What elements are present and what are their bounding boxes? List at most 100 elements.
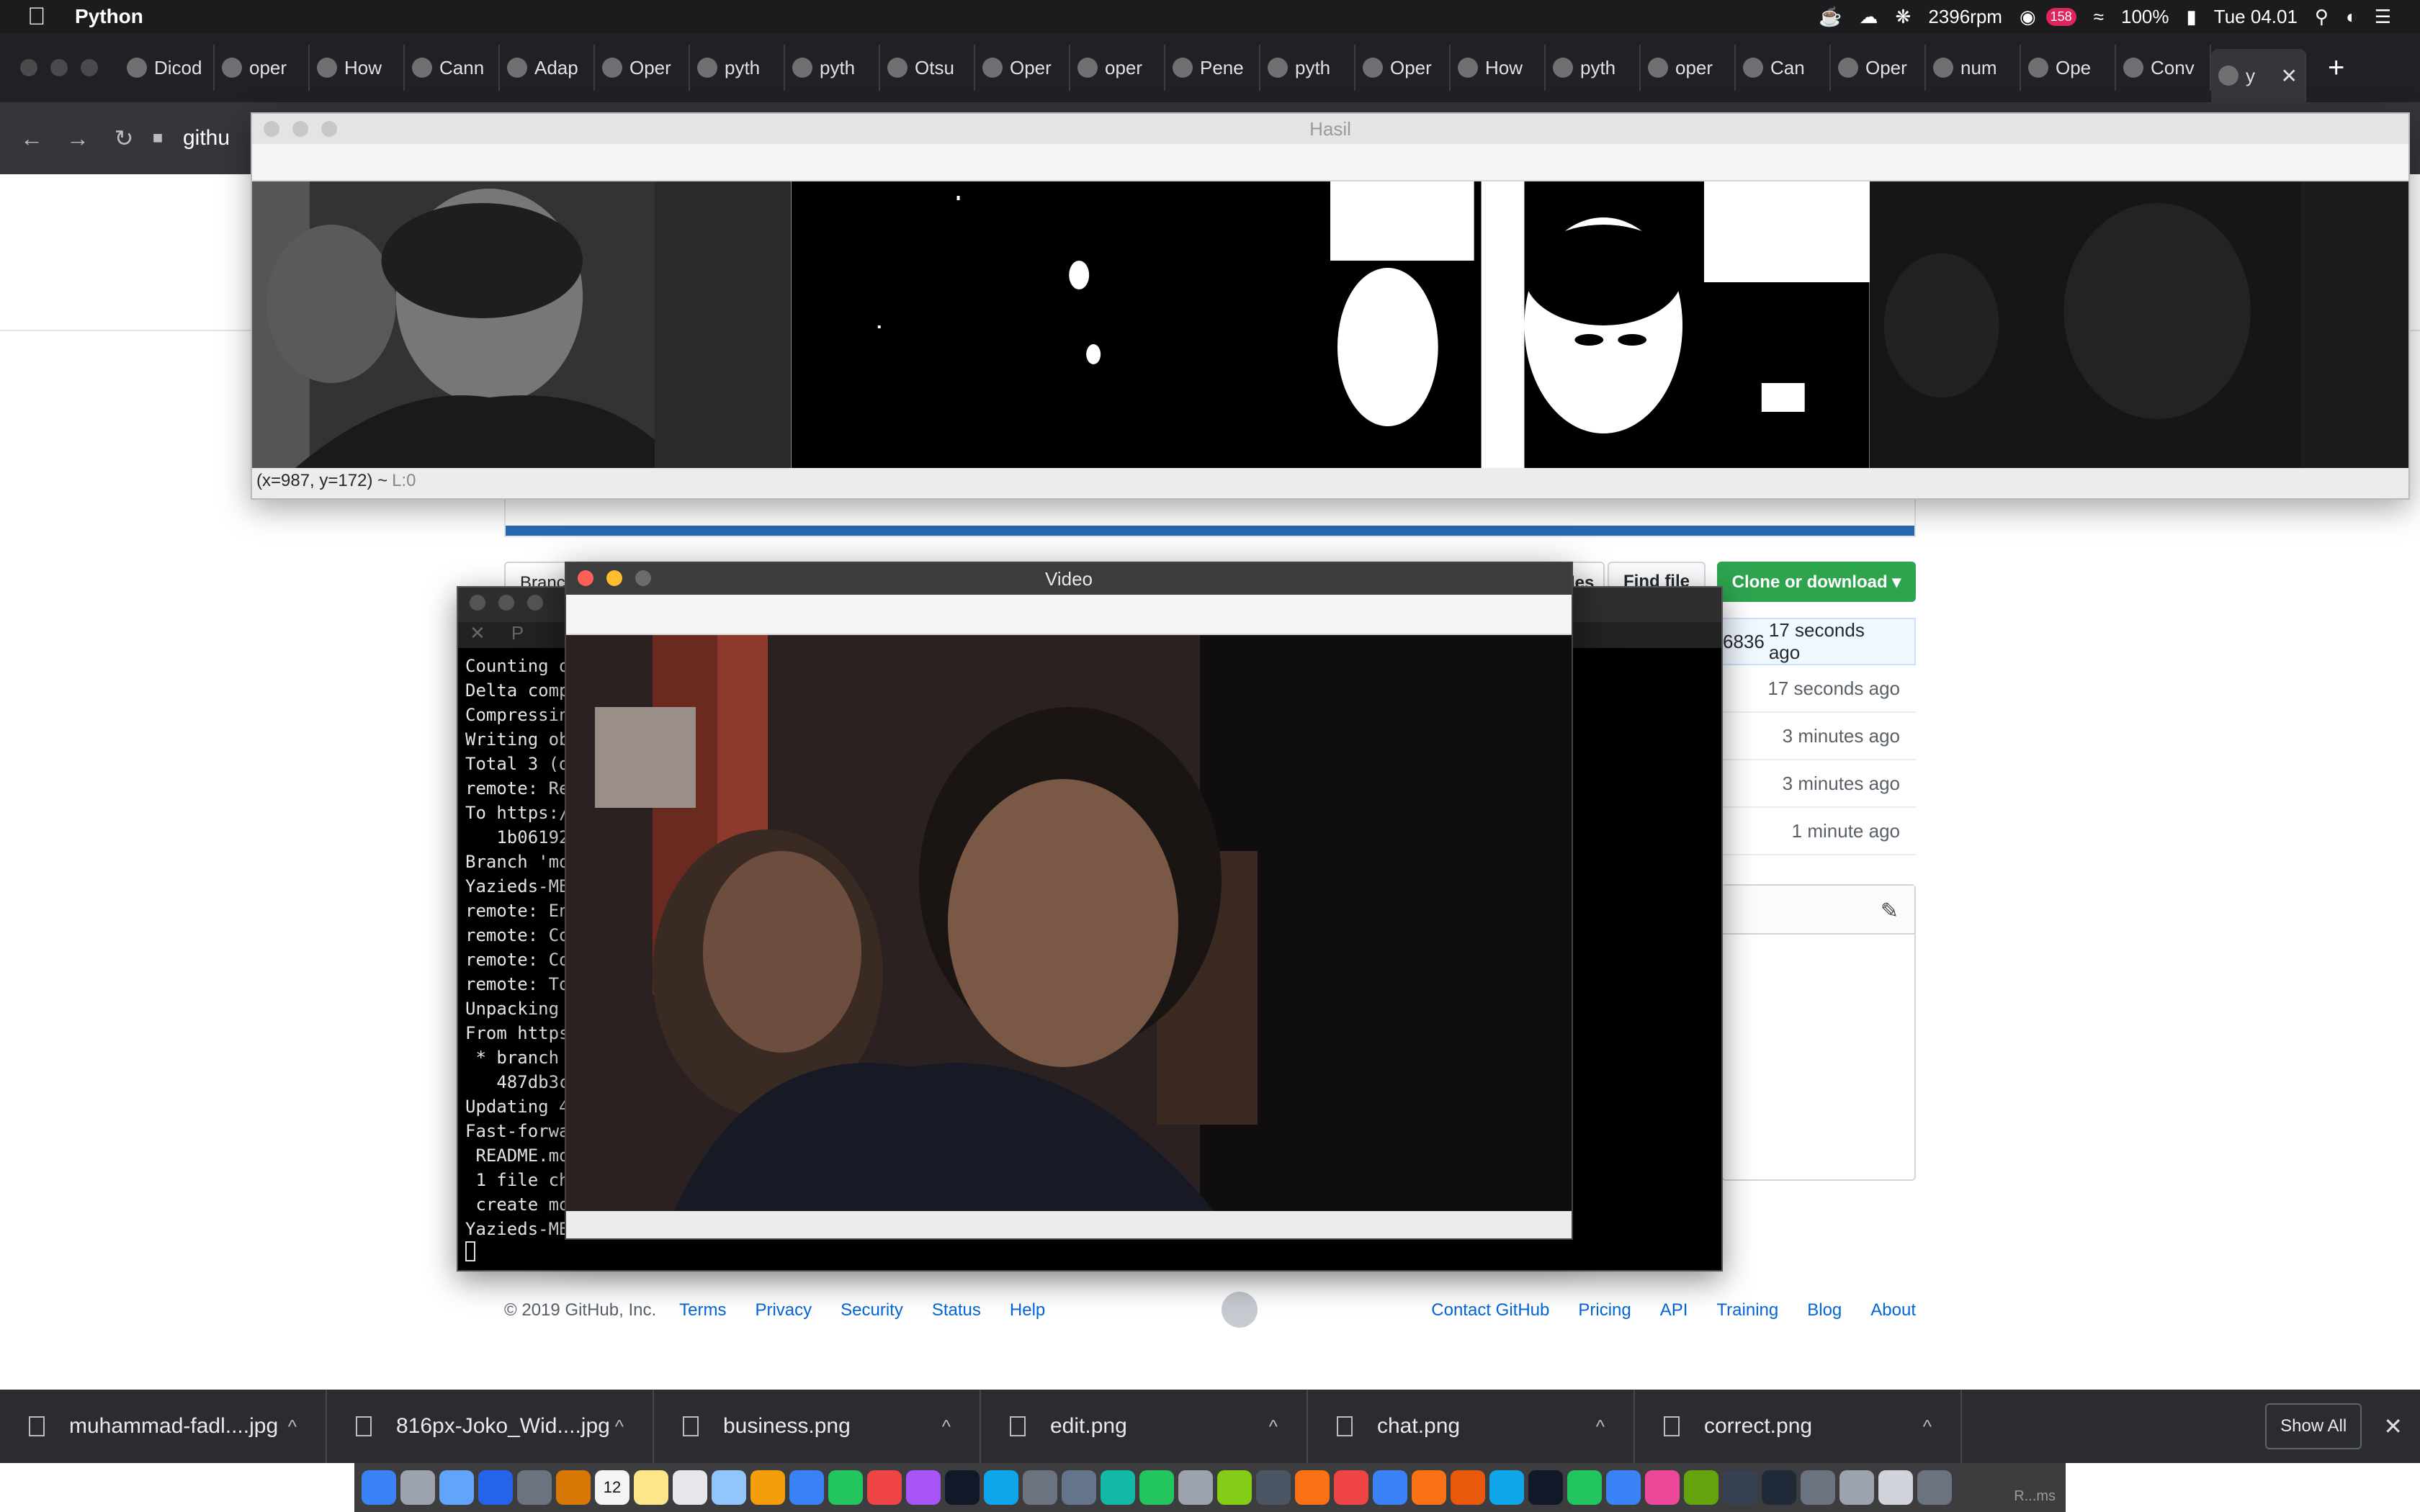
video-zoom-button[interactable] <box>635 570 651 586</box>
footer-link-help[interactable]: Help <box>1010 1300 1045 1320</box>
calendar-icon[interactable]: 12 <box>595 1470 629 1505</box>
messages-icon[interactable] <box>789 1470 824 1505</box>
hasil-minimize-button[interactable] <box>292 121 308 137</box>
show-all-button[interactable]: Show All <box>2265 1403 2362 1449</box>
file-row[interactable]: 17 seconds ago <box>1721 665 1916 713</box>
terminal-alt-icon[interactable] <box>1762 1470 1796 1505</box>
launchpad-icon[interactable] <box>400 1470 435 1505</box>
clone-download-button[interactable]: Clone or download ▾ <box>1717 562 1916 602</box>
trash-icon[interactable] <box>1917 1470 1952 1505</box>
file-row[interactable]: 3 minutes ago <box>1721 760 1916 808</box>
browser-tab[interactable]: Dicod <box>120 45 215 91</box>
browser-tab[interactable]: Oper <box>1831 45 1926 91</box>
browser-tab[interactable]: Oper <box>975 45 1070 91</box>
chrome-icon[interactable] <box>1334 1470 1368 1505</box>
hasil-titlebar[interactable]: Hasil <box>252 114 2408 144</box>
browser-tab[interactable]: Conv <box>2116 45 2211 91</box>
commit-hash[interactable]: 6836 <box>1723 631 1765 653</box>
battery-icon[interactable]: ▮ <box>2186 6 2196 28</box>
new-tab-button[interactable]: + <box>2328 52 2344 84</box>
finder-icon[interactable] <box>362 1470 396 1505</box>
browser-tab[interactable]: y ✕ <box>2211 49 2306 102</box>
notification-center-icon[interactable]: ☰ <box>2375 6 2391 28</box>
system-preferences-icon[interactable] <box>1023 1470 1057 1505</box>
disk-utility-icon[interactable] <box>1062 1470 1096 1505</box>
browser-tab[interactable]: Pene <box>1165 45 1260 91</box>
terminal-zoom-button[interactable] <box>527 595 543 611</box>
browser-tab[interactable]: Oper <box>595 45 690 91</box>
video-titlebar[interactable]: Video <box>566 563 1572 595</box>
chevron-up-icon[interactable]: ^ <box>615 1416 624 1438</box>
browser-tab[interactable]: num <box>1926 45 2021 91</box>
terminal-close-button[interactable] <box>470 595 485 611</box>
firefox-icon[interactable] <box>1412 1470 1446 1505</box>
tab-close-icon[interactable]: ✕ <box>2281 64 2298 88</box>
photos-icon[interactable] <box>712 1470 746 1505</box>
download-item[interactable]: correct.png ^ <box>1635 1390 1962 1463</box>
browser-tab[interactable]: Ope <box>2021 45 2116 91</box>
tv-icon[interactable] <box>945 1470 980 1505</box>
browser-tab[interactable]: Cann <box>405 45 500 91</box>
reminders-icon[interactable] <box>673 1470 707 1505</box>
download-item[interactable]: business.png ^ <box>654 1390 981 1463</box>
edit-pencil-icon[interactable]: ✎ <box>1881 899 1899 924</box>
footer-link-contact-github[interactable]: Contact GitHub <box>1431 1300 1549 1320</box>
browser-tab[interactable]: How <box>310 45 405 91</box>
github-mark-icon[interactable] <box>1222 1292 1258 1328</box>
latest-commit-row[interactable]: 6836 17 seconds ago <box>1721 618 1916 665</box>
footer-link-privacy[interactable]: Privacy <box>755 1300 812 1320</box>
terminal-minimize-button[interactable] <box>498 595 514 611</box>
browser-minimize-button[interactable] <box>50 59 68 76</box>
file-row[interactable]: 1 minute ago <box>1721 808 1916 855</box>
footer-link-blog[interactable]: Blog <box>1807 1300 1842 1320</box>
file-row[interactable]: 3 minutes ago <box>1721 713 1916 760</box>
coffee-icon[interactable]: ☕ <box>1819 6 1842 28</box>
footer-link-about[interactable]: About <box>1870 1300 1916 1320</box>
browser-tab[interactable]: pyth <box>785 45 880 91</box>
console-icon[interactable] <box>1723 1470 1757 1505</box>
wifi-icon[interactable]: ≈ <box>2094 6 2104 28</box>
git-icon[interactable] <box>1101 1470 1135 1505</box>
footer-link-api[interactable]: API <box>1660 1300 1688 1320</box>
browser-tab[interactable]: pyth <box>1260 45 1355 91</box>
download-item[interactable]: chat.png ^ <box>1308 1390 1635 1463</box>
reload-icon[interactable]: ↻ <box>101 125 147 152</box>
footer-link-pricing[interactable]: Pricing <box>1578 1300 1631 1320</box>
back-arrow-icon[interactable]: ← <box>9 125 55 152</box>
browser-tab[interactable]: oper <box>1070 45 1165 91</box>
android-icon[interactable] <box>1217 1470 1252 1505</box>
slack-icon[interactable] <box>1645 1470 1680 1505</box>
browser-tab[interactable]: How <box>1451 45 1546 91</box>
android-studio-icon[interactable] <box>1684 1470 1718 1505</box>
browser-tab[interactable]: pyth <box>1546 45 1641 91</box>
active-app-name[interactable]: Python <box>75 5 143 28</box>
hasil-image-strip[interactable] <box>252 181 2408 468</box>
sublime-icon[interactable] <box>1295 1470 1330 1505</box>
chevron-up-icon[interactable]: ^ <box>1269 1416 1278 1438</box>
tab-close-icon[interactable]: ✕ <box>470 622 485 644</box>
browser-close-button[interactable] <box>20 59 37 76</box>
hasil-close-button[interactable] <box>264 121 279 137</box>
hasil-zoom-button[interactable] <box>321 121 337 137</box>
browser-tab[interactable]: Otsu <box>880 45 975 91</box>
network-icon[interactable] <box>1178 1470 1213 1505</box>
address-bar[interactable]: githu <box>183 126 230 150</box>
video-minimize-button[interactable] <box>606 570 622 586</box>
apple-menu-icon[interactable]:  <box>27 3 56 31</box>
photo-booth-icon[interactable] <box>750 1470 785 1505</box>
footer-link-status[interactable]: Status <box>932 1300 981 1320</box>
contacts-icon[interactable] <box>556 1470 591 1505</box>
safari-icon[interactable] <box>439 1470 474 1505</box>
browser-tab[interactable]: Can <box>1736 45 1831 91</box>
terminal-tab-title[interactable]: P <box>511 622 524 644</box>
documents-icon[interactable] <box>1878 1470 1913 1505</box>
scanner-icon[interactable] <box>1801 1470 1835 1505</box>
chevron-up-icon[interactable]: ^ <box>1923 1416 1932 1438</box>
facetime-icon[interactable] <box>828 1470 863 1505</box>
terminal-icon[interactable] <box>1528 1470 1563 1505</box>
forward-arrow-icon[interactable]: → <box>55 125 101 152</box>
footer-link-security[interactable]: Security <box>841 1300 903 1320</box>
telegram-icon[interactable] <box>1606 1470 1641 1505</box>
podcasts-icon[interactable] <box>906 1470 941 1505</box>
preview-icon[interactable] <box>478 1470 513 1505</box>
